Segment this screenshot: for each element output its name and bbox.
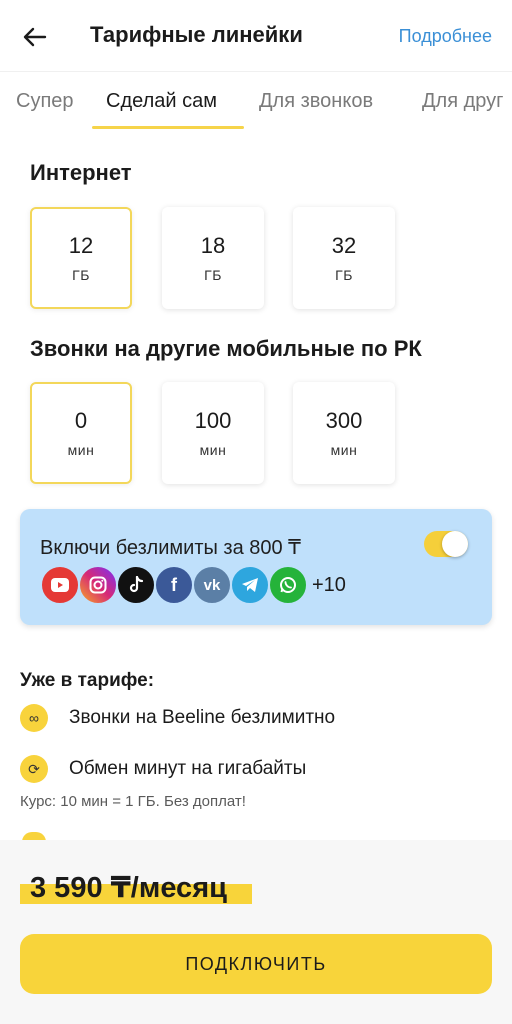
tab-super[interactable]: Супер: [16, 90, 74, 113]
tiktok-icon: [116, 565, 156, 605]
infinity-icon: ∞: [20, 704, 48, 732]
exchange-icon: ⟳: [20, 755, 48, 783]
calls-section-title: Звонки на другие мобильные по РК: [30, 336, 422, 361]
option-unit: ГБ: [204, 267, 222, 283]
monthly-price: 3 590 ₸/месяц: [30, 872, 227, 904]
calls-option-0[interactable]: 0 мин: [30, 382, 132, 484]
option-unit: мин: [330, 442, 358, 458]
more-apps-count: +10: [312, 573, 346, 596]
price-footer: 3 590 ₸/месяц ПОДКЛЮЧИТЬ: [0, 840, 512, 1024]
option-unit: ГБ: [72, 267, 90, 283]
app-header: Тарифные линейки Подробнее: [0, 0, 512, 72]
exchange-rate-note: Курс: 10 мин = 1 ГБ. Без доплат!: [20, 793, 246, 810]
unlimited-toggle[interactable]: [424, 531, 468, 557]
option-value: 18: [200, 233, 226, 258]
included-item-label: Звонки на Beeline безлимитно: [69, 707, 336, 728]
vk-icon: vk: [192, 565, 232, 605]
internet-option-18[interactable]: 18 ГБ: [162, 207, 264, 309]
option-value: 0: [74, 408, 88, 433]
tariff-tabs: Супер Сделай сам Для звонков Для друг: [0, 78, 512, 130]
option-value: 300: [325, 408, 363, 433]
included-item: ∞ Звонки на Beeline безлимитно: [20, 703, 335, 733]
price-block: 3 590 ₸/месяц: [20, 870, 252, 906]
whatsapp-icon: [268, 565, 308, 605]
included-item-label: Обмен минут на гигабайты: [69, 758, 307, 779]
page-title: Тарифные линейки: [90, 22, 303, 47]
option-value: 32: [331, 233, 357, 258]
youtube-icon: [40, 565, 80, 605]
apps-row: f vk +10: [40, 565, 346, 605]
facebook-icon: f: [154, 565, 194, 605]
option-value: 100: [194, 408, 232, 433]
option-unit: мин: [67, 442, 95, 458]
telegram-icon: [230, 565, 270, 605]
internet-option-32[interactable]: 32 ГБ: [293, 207, 395, 309]
option-unit: ГБ: [335, 267, 353, 283]
option-value: 12: [68, 233, 94, 258]
tab-for-friends[interactable]: Для друг: [422, 90, 503, 113]
active-tab-indicator: [92, 126, 244, 129]
connect-button[interactable]: ПОДКЛЮЧИТЬ: [20, 934, 492, 994]
unlimited-title: Включи безлимиты за 800 ₸: [40, 537, 301, 559]
included-title: Уже в тарифе:: [20, 670, 155, 691]
tab-do-it-yourself[interactable]: Сделай сам: [106, 90, 217, 113]
calls-option-300[interactable]: 300 мин: [293, 382, 395, 484]
toggle-knob: [442, 531, 468, 557]
back-arrow-icon[interactable]: [18, 20, 52, 54]
more-info-link[interactable]: Подробнее: [399, 26, 492, 47]
internet-option-12[interactable]: 12 ГБ: [30, 207, 132, 309]
unlimited-apps-card: Включи безлимиты за 800 ₸ f vk +10: [20, 509, 492, 625]
internet-section-title: Интернет: [30, 160, 132, 185]
included-item: ⟳ Обмен минут на гигабайты: [20, 754, 306, 784]
option-unit: мин: [199, 442, 227, 458]
tab-for-calls[interactable]: Для звонков: [259, 90, 373, 113]
instagram-icon: [78, 565, 118, 605]
calls-option-100[interactable]: 100 мин: [162, 382, 264, 484]
